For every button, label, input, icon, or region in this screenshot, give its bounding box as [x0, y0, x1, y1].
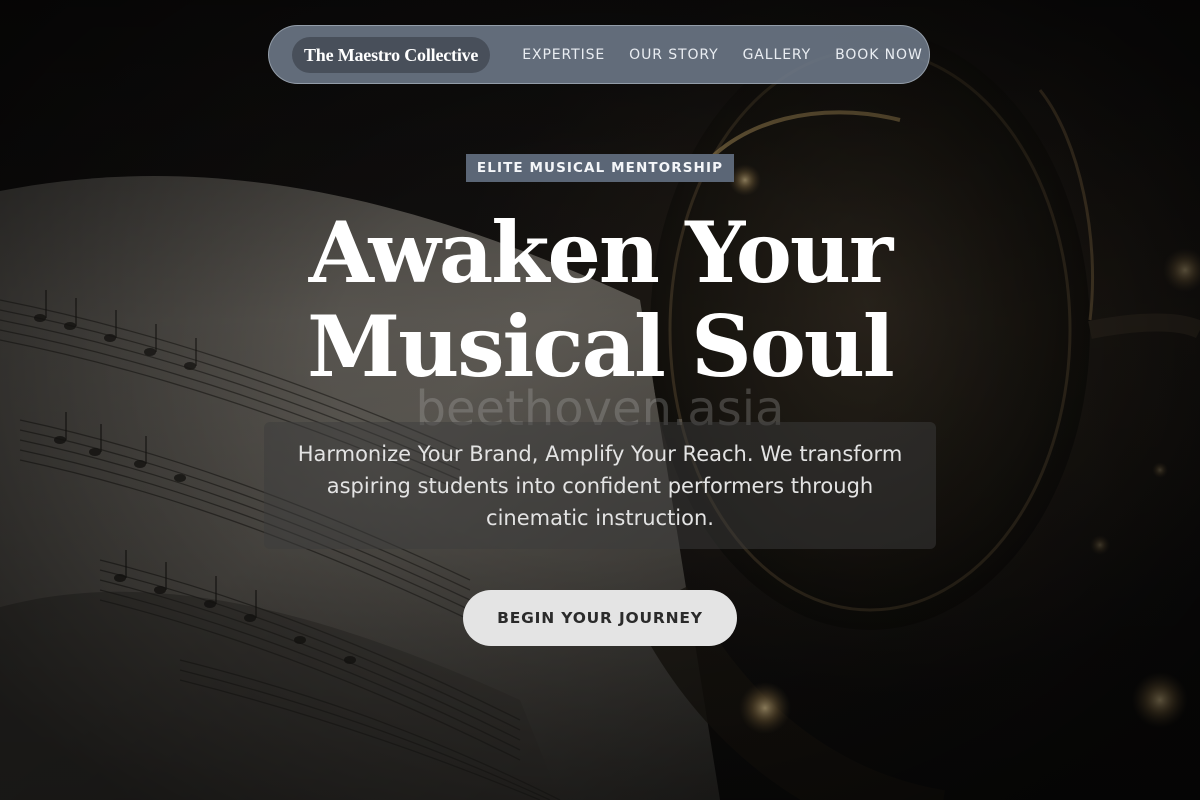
headline-line-1: Awaken Your [308, 203, 894, 302]
brand-logo-link[interactable]: The Maestro Collective [292, 36, 491, 73]
hero-subtitle: Harmonize Your Brand, Amplify Your Reach… [297, 442, 903, 530]
hero-badge: ELITE MUSICAL MENTORSHIP [466, 154, 734, 182]
nav-links: EXPERTISE OUR STORY GALLERY BOOK NOW [522, 47, 922, 63]
headline-line-2: Musical Soul [307, 297, 895, 396]
begin-journey-button[interactable]: BEGIN YOUR JOURNEY [463, 590, 737, 646]
top-navigation: The Maestro Collective EXPERTISE OUR STO… [268, 25, 930, 84]
nav-link-gallery[interactable]: GALLERY [743, 47, 812, 63]
nav-link-expertise[interactable]: EXPERTISE [522, 47, 605, 63]
hero-headline: Awaken Your Musical Soul [200, 206, 1000, 394]
nav-link-our-story[interactable]: OUR STORY [629, 47, 718, 63]
background-vignette [0, 0, 1200, 800]
hero-background-image [0, 0, 1200, 800]
nav-link-book-now[interactable]: BOOK NOW [835, 47, 923, 63]
